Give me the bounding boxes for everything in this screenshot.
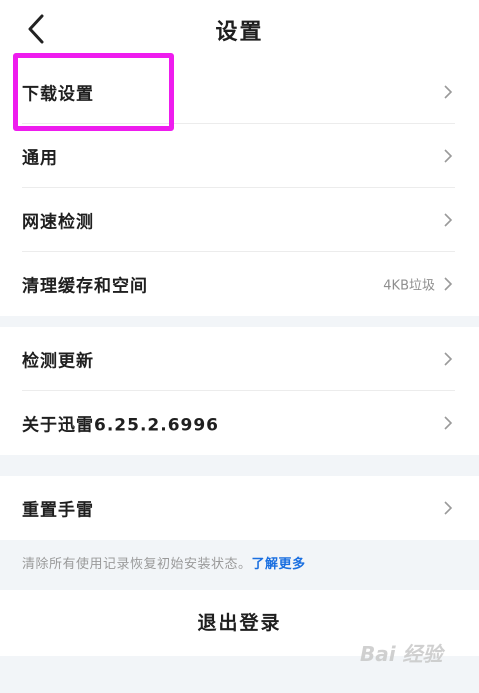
row-reset[interactable]: 重置手雷 <box>0 476 479 540</box>
row-label: 清理缓存和空间 <box>22 276 148 297</box>
row-speed-test[interactable]: 网速检测 <box>0 188 479 252</box>
chevron-right-icon <box>444 501 453 515</box>
row-label: 通用 <box>22 148 58 169</box>
row-check-update[interactable]: 检测更新 <box>0 327 479 391</box>
settings-group-reset: 重置手雷 <box>0 476 479 540</box>
settings-group-about: 检测更新 关于迅雷6.25.2.6996 <box>0 327 479 455</box>
page-title: 设置 <box>215 20 264 45</box>
row-about[interactable]: 关于迅雷6.25.2.6996 <box>0 391 479 455</box>
chevron-right-icon <box>444 352 453 366</box>
cache-size-value: 4KB垃圾 <box>383 278 435 294</box>
row-general[interactable]: 通用 <box>0 124 479 188</box>
row-label: 重置手雷 <box>22 500 94 521</box>
chevron-right-icon <box>444 277 453 291</box>
row-label: 关于迅雷6.25.2.6996 <box>22 415 220 436</box>
chevron-right-icon <box>444 149 453 163</box>
learn-more-link[interactable]: 了解更多 <box>252 557 306 572</box>
header-bar: 设置 <box>0 0 479 60</box>
watermark: Bai 经验 <box>360 642 443 666</box>
reset-description-text: 清除所有使用记录恢复初始安装状态。 <box>22 557 252 572</box>
highlight-box <box>13 53 174 131</box>
reset-description: 清除所有使用记录恢复初始安装状态。了解更多 <box>22 553 306 572</box>
row-label: 检测更新 <box>22 351 94 372</box>
row-clear-cache[interactable]: 清理缓存和空间 4KB垃圾 <box>0 252 479 316</box>
chevron-right-icon <box>444 85 453 99</box>
chevron-right-icon <box>444 213 453 227</box>
row-label: 网速检测 <box>22 212 94 233</box>
chevron-right-icon <box>444 416 453 430</box>
